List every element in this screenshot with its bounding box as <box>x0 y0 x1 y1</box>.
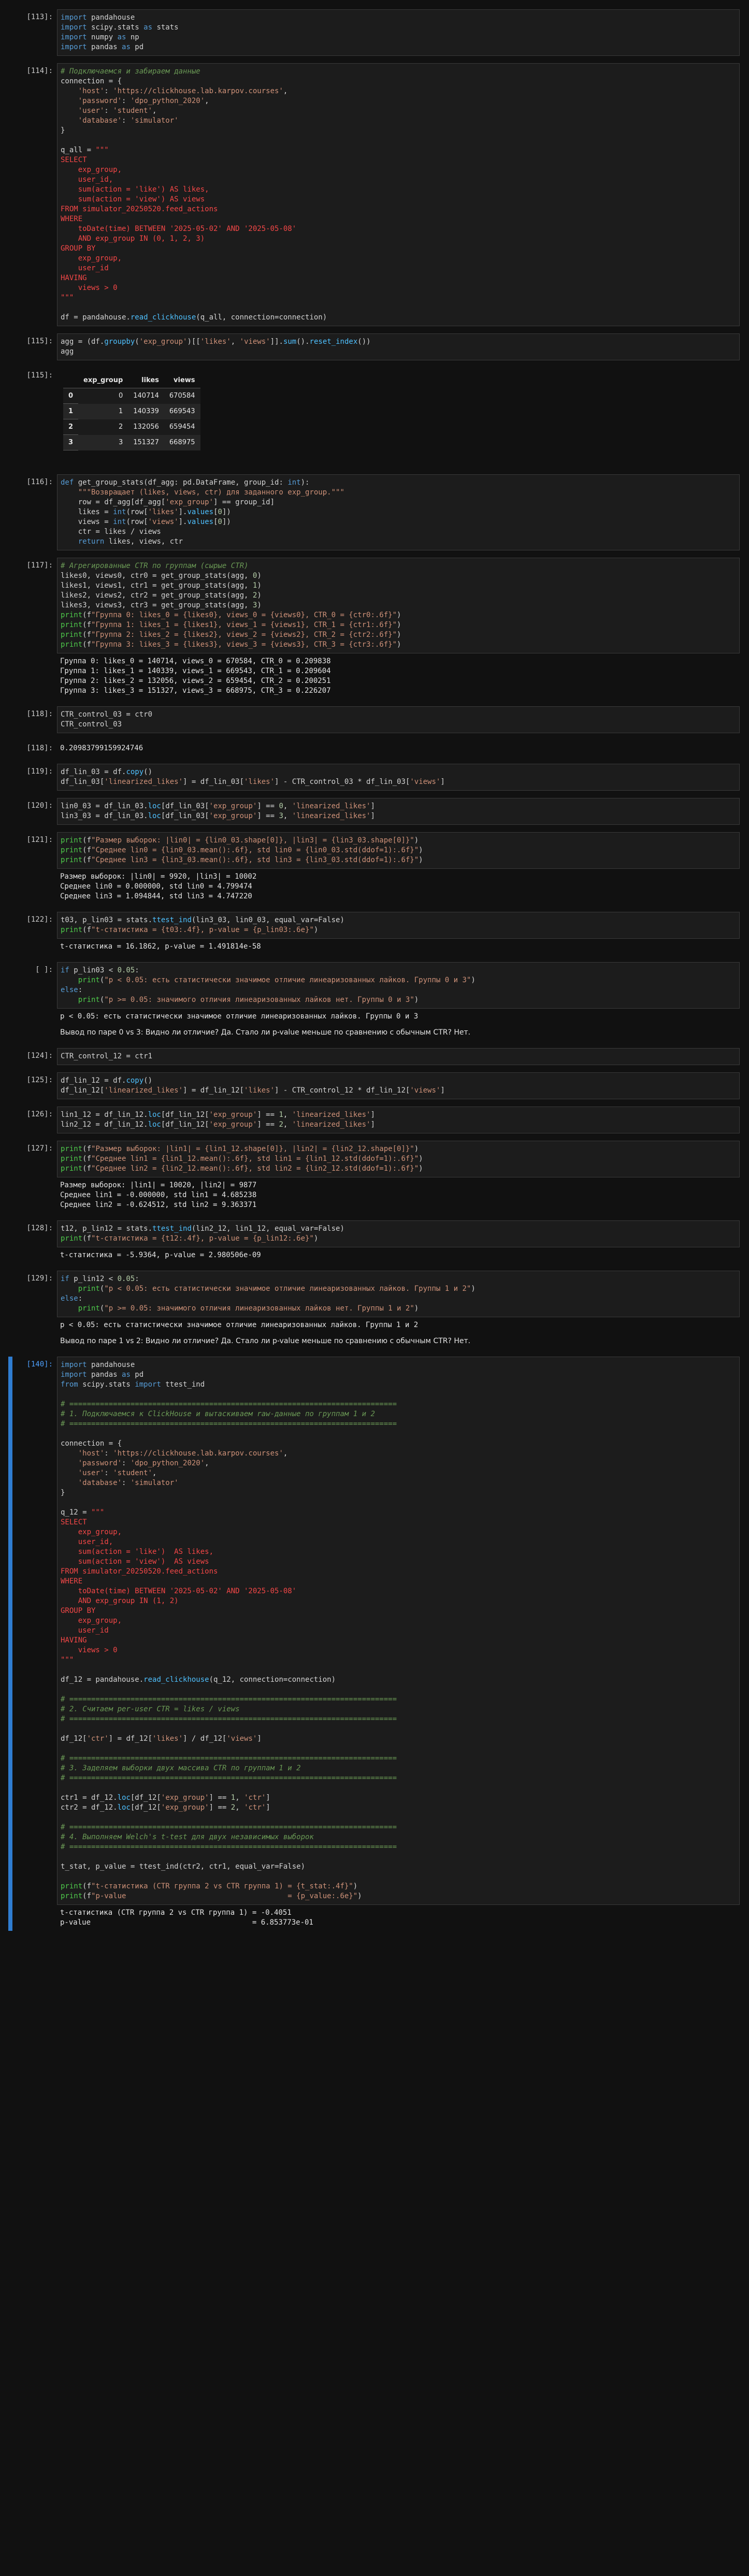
cell-output: 0.20983799159924746 <box>60 744 143 752</box>
cell-prompt: [118]: <box>26 744 53 752</box>
code-input[interactable]: if p_lin12 < 0.05: print("p < 0.05: есть… <box>57 1271 740 1317</box>
output-cell-118: [118]: 0.20983799159924746 <box>0 740 749 756</box>
table-header <box>63 373 79 388</box>
code-cell-120[interactable]: [120]: lin0_03 = df_lin_03.loc[df_lin_03… <box>0 798 749 825</box>
table-cell: 3 <box>78 434 128 450</box>
cell-prompt: [126]: <box>26 1110 53 1118</box>
table-header: likes <box>128 373 164 388</box>
markdown-conclusion: Вывод по паре 0 vs 3: Видно ли отличие? … <box>60 1028 471 1037</box>
code-input[interactable]: df_lin_12 = df.copy() df_lin_12['lineari… <box>57 1072 740 1099</box>
table-cell: 659454 <box>164 419 200 435</box>
cell-prompt: [127]: <box>26 1144 53 1153</box>
output-cell-115: [115]: exp_group likes views 0 0 140714 <box>0 368 749 454</box>
cell-output: p < 0.05: есть статистически значимое от… <box>60 1321 419 1329</box>
code-cell-117[interactable]: [117]: # Агрегированные CTR по группам (… <box>0 558 749 699</box>
markdown-conclusion: Вывод по паре 1 vs 2: Видно ли отличие? … <box>60 1337 471 1345</box>
table-cell: 668975 <box>164 434 200 450</box>
code-cell-122[interactable]: [122]: t03, p_lin03 = stats.ttest_ind(li… <box>0 912 749 955</box>
table-cell: 2 <box>78 419 128 435</box>
cell-prompt: [129]: <box>26 1274 53 1283</box>
code-input[interactable]: CTR_control_03 = ctr0 CTR_control_03 <box>57 706 740 733</box>
row-index: 0 <box>63 388 79 404</box>
code-cell-127[interactable]: [127]: print(f"Размер выборок: |lin1| = … <box>0 1141 749 1213</box>
code-cell-126[interactable]: [126]: lin1_12 = df_lin_12.loc[df_lin_12… <box>0 1107 749 1133</box>
code-cell-unexecuted[interactable]: [ ]: if p_lin03 < 0.05: print("p < 0.05:… <box>0 962 749 1041</box>
table-header-row: exp_group likes views <box>63 373 200 388</box>
selection-bar <box>8 1357 12 1931</box>
code-cell-113[interactable]: [113]: import pandahouse import scipy.st… <box>0 9 749 56</box>
code-input[interactable]: print(f"Размер выборок: |lin1| = {lin1_1… <box>57 1141 740 1177</box>
cell-prompt: [119]: <box>26 767 53 776</box>
cell-output: t-статистика (CTR группа 2 vs CTR группа… <box>60 1909 313 1927</box>
code-input[interactable]: import pandahouse import scipy.stats as … <box>57 9 740 56</box>
code-input[interactable]: df_lin_03 = df.copy() df_lin_03['lineari… <box>57 764 740 791</box>
table-cell: 151327 <box>128 434 164 450</box>
cell-prompt: [117]: <box>26 561 53 570</box>
code-input[interactable]: CTR_control_12 = ctr1 <box>57 1048 740 1065</box>
row-index: 1 <box>63 403 79 419</box>
code-cell-129[interactable]: [129]: if p_lin12 < 0.05: print("p < 0.0… <box>0 1271 749 1349</box>
code-input[interactable]: import pandahouse import pandas as pd fr… <box>57 1357 740 1905</box>
cell-output: Размер выборок: |lin0| = 9920, |lin3| = … <box>60 872 257 900</box>
code-cell-140-selected[interactable]: [140]: import pandahouse import pandas a… <box>0 1357 749 1931</box>
table-header: views <box>164 373 200 388</box>
cell-prompt: [115]: <box>26 371 53 380</box>
table-cell: 140714 <box>128 388 164 404</box>
cell-output: exp_group likes views 0 0 140714 670584 … <box>57 368 740 454</box>
cell-prompt: [116]: <box>26 478 53 486</box>
cell-prompt: [121]: <box>26 836 53 844</box>
cell-prompt: [125]: <box>26 1076 53 1084</box>
cell-output: p < 0.05: есть статистически значимое от… <box>60 1012 419 1021</box>
table-cell: 670584 <box>164 388 200 404</box>
code-cell-118[interactable]: [118]: CTR_control_03 = ctr0 CTR_control… <box>0 706 749 733</box>
row-index: 3 <box>63 434 79 450</box>
code-input[interactable]: t12, p_lin12 = stats.ttest_ind(lin2_12, … <box>57 1220 740 1247</box>
table-cell: 0 <box>78 388 128 404</box>
code-input[interactable]: def get_group_stats(df_agg: pd.DataFrame… <box>57 474 740 550</box>
cell-prompt: [122]: <box>26 915 53 924</box>
notebook: [113]: import pandahouse import scipy.st… <box>0 0 749 1931</box>
cell-output: Размер выборок: |lin1| = 10020, |lin2| =… <box>60 1181 257 1209</box>
table-row: 1 1 140339 669543 <box>63 403 200 419</box>
code-cell-128[interactable]: [128]: t12, p_lin12 = stats.ttest_ind(li… <box>0 1220 749 1263</box>
table-cell: 1 <box>78 403 128 419</box>
cell-output: t-статистика = -5.9364, p-value = 2.9805… <box>60 1251 261 1259</box>
table-row: 2 2 132056 659454 <box>63 419 200 435</box>
cell-prompt: [118]: <box>26 710 53 718</box>
cell-prompt: [140]: <box>26 1360 53 1369</box>
code-input[interactable]: print(f"Размер выборок: |lin0| = {lin0_0… <box>57 832 740 869</box>
table-cell: 669543 <box>164 403 200 419</box>
cell-prompt: [ ]: <box>35 966 53 974</box>
dataframe-table: exp_group likes views 0 0 140714 670584 … <box>63 373 200 450</box>
cell-prompt: [114]: <box>26 67 53 75</box>
cell-prompt: [113]: <box>26 13 53 21</box>
code-input[interactable]: # Подключаемся и забираем данные connect… <box>57 63 740 326</box>
cell-prompt: [115]: <box>26 337 53 345</box>
code-input[interactable]: if p_lin03 < 0.05: print("p < 0.05: есть… <box>57 962 740 1009</box>
table-cell: 140339 <box>128 403 164 419</box>
code-input[interactable]: agg = (df.groupby('exp_group')[['likes',… <box>57 333 740 360</box>
cell-output: Группа 0: likes_0 = 140714, views_0 = 67… <box>60 657 331 695</box>
table-row: 3 3 151327 668975 <box>63 434 200 450</box>
cell-output: t-статистика = 16.1862, p-value = 1.4918… <box>60 942 261 951</box>
row-index: 2 <box>63 419 79 435</box>
code-input[interactable]: lin1_12 = df_lin_12.loc[df_lin_12['exp_g… <box>57 1107 740 1133</box>
cell-prompt: [124]: <box>26 1052 53 1060</box>
code-input[interactable]: # Агрегированные CTR по группам (сырые C… <box>57 558 740 653</box>
code-input[interactable]: t03, p_lin03 = stats.ttest_ind(lin3_03, … <box>57 912 740 939</box>
table-row: 0 0 140714 670584 <box>63 388 200 404</box>
code-cell-114[interactable]: [114]: # Подключаемся и забираем данные … <box>0 63 749 326</box>
code-cell-116[interactable]: [116]: def get_group_stats(df_agg: pd.Da… <box>0 474 749 550</box>
code-input[interactable]: lin0_03 = df_lin_03.loc[df_lin_03['exp_g… <box>57 798 740 825</box>
table-cell: 132056 <box>128 419 164 435</box>
code-cell-121[interactable]: [121]: print(f"Размер выборок: |lin0| = … <box>0 832 749 905</box>
code-cell-125[interactable]: [125]: df_lin_12 = df.copy() df_lin_12['… <box>0 1072 749 1099</box>
code-cell-115[interactable]: [115]: agg = (df.groupby('exp_group')[['… <box>0 333 749 360</box>
table-header: exp_group <box>78 373 128 388</box>
cell-prompt: [120]: <box>26 802 53 810</box>
cell-prompt: [128]: <box>26 1224 53 1232</box>
code-cell-124[interactable]: [124]: CTR_control_12 = ctr1 <box>0 1048 749 1065</box>
code-cell-119[interactable]: [119]: df_lin_03 = df.copy() df_lin_03['… <box>0 764 749 791</box>
